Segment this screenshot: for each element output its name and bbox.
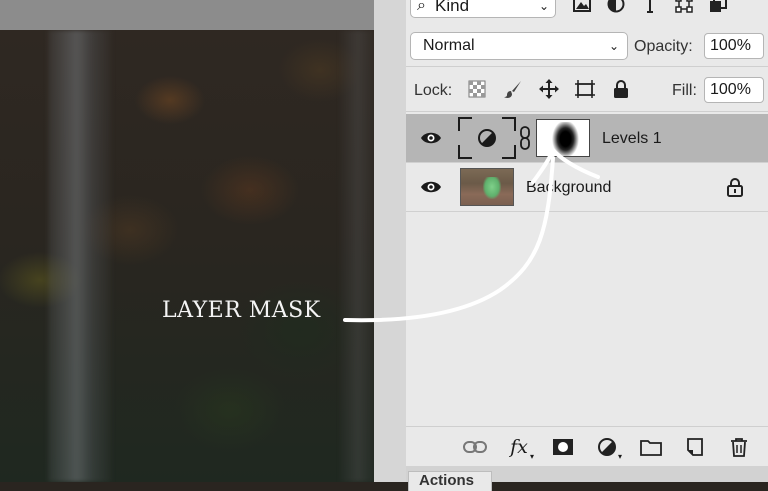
blend-row: Normal ⌄ Opacity: 100%	[406, 30, 768, 62]
selection-corner	[502, 117, 516, 131]
lock-options	[466, 78, 632, 100]
filter-kind-label: Kind	[435, 0, 470, 15]
type-filter-icon[interactable]	[640, 0, 660, 14]
filter-type-icons	[572, 0, 728, 18]
eye-icon[interactable]	[420, 177, 442, 197]
chevron-down-icon: ⌄	[538, 0, 549, 13]
tab-actions[interactable]: Actions	[408, 471, 492, 491]
background-layer-thumbnail[interactable]	[460, 168, 514, 206]
filter-kind-select[interactable]: ⌕ Kind ⌄	[410, 0, 556, 18]
mask-shape	[549, 122, 579, 156]
lock-artboard-icon[interactable]	[574, 78, 596, 100]
layer-mask-thumbnail[interactable]	[536, 119, 590, 157]
blend-mode-value: Normal	[423, 37, 475, 54]
lock-label: Lock:	[414, 82, 453, 99]
panel-tabs: Actions	[406, 466, 768, 491]
lock-all-icon[interactable]	[610, 78, 632, 100]
adjustment-layer-thumbnail[interactable]	[458, 117, 516, 159]
tree-trunk	[48, 30, 112, 482]
layer-name[interactable]: Levels 1	[602, 130, 662, 148]
trash-icon[interactable]	[726, 435, 752, 459]
layers-bottom-bar: fx ▾ ▾	[406, 426, 768, 467]
link-layers-icon[interactable]	[462, 435, 488, 459]
lock-position-move-icon[interactable]	[538, 78, 560, 100]
thumbnail-subject	[483, 177, 501, 199]
fill-field[interactable]: 100%	[704, 77, 764, 103]
divider	[406, 66, 768, 67]
selection-corner	[458, 145, 472, 159]
fx-label: fx	[510, 436, 528, 458]
pixel-filter-icon[interactable]	[572, 0, 592, 14]
opacity-field[interactable]: 100%	[704, 33, 764, 59]
fill-label: Fill:	[672, 82, 697, 99]
blend-mode-select[interactable]: Normal ⌄	[410, 32, 628, 60]
layer-row-levels[interactable]: Levels 1	[406, 114, 768, 163]
document-canvas[interactable]	[0, 30, 374, 482]
lock-row: Lock: Fill: 100%	[406, 72, 768, 108]
adjustment-icon	[478, 129, 496, 147]
new-layer-icon[interactable]	[682, 435, 708, 459]
opacity-label: Opacity:	[634, 38, 693, 55]
search-icon: ⌕	[417, 0, 426, 14]
submenu-indicator-icon: ▾	[529, 452, 534, 461]
layer-name[interactable]: Background	[526, 179, 611, 197]
annotation-label: LAYER MASK	[162, 298, 321, 323]
panel-gutter	[374, 0, 407, 482]
new-group-folder-icon[interactable]	[638, 435, 664, 459]
submenu-indicator-icon: ▾	[617, 452, 622, 461]
layer-lock-icon[interactable]	[726, 177, 744, 197]
new-adjustment-layer-icon[interactable]: ▾	[594, 435, 622, 461]
shape-filter-icon[interactable]	[674, 0, 694, 14]
link-chain-icon[interactable]	[518, 126, 532, 150]
layer-row-background[interactable]: Background	[406, 163, 768, 212]
chevron-down-icon: ⌄	[608, 39, 619, 53]
smart-object-filter-icon[interactable]	[708, 0, 728, 14]
selection-corner	[502, 145, 516, 159]
layer-actions: fx ▾ ▾	[462, 435, 752, 461]
filter-row: ⌕ Kind ⌄	[406, 0, 768, 24]
add-mask-icon[interactable]	[550, 435, 576, 459]
lock-image-pixels-brush-icon[interactable]	[502, 78, 524, 100]
tree-trunk-right	[340, 30, 374, 482]
canvas-top-bar	[0, 0, 374, 31]
layers-list: Levels 1 Background	[406, 114, 768, 426]
adjustment-filter-icon[interactable]	[606, 0, 626, 14]
layers-panel: ⌕ Kind ⌄ Normal ⌄ Opacity: 100% Lock: Fi…	[406, 0, 768, 491]
fx-icon[interactable]: fx ▾	[506, 435, 534, 461]
selection-corner	[458, 117, 472, 131]
divider	[406, 111, 768, 112]
eye-icon[interactable]	[420, 128, 442, 148]
lock-transparent-pixels-icon[interactable]	[466, 78, 488, 100]
